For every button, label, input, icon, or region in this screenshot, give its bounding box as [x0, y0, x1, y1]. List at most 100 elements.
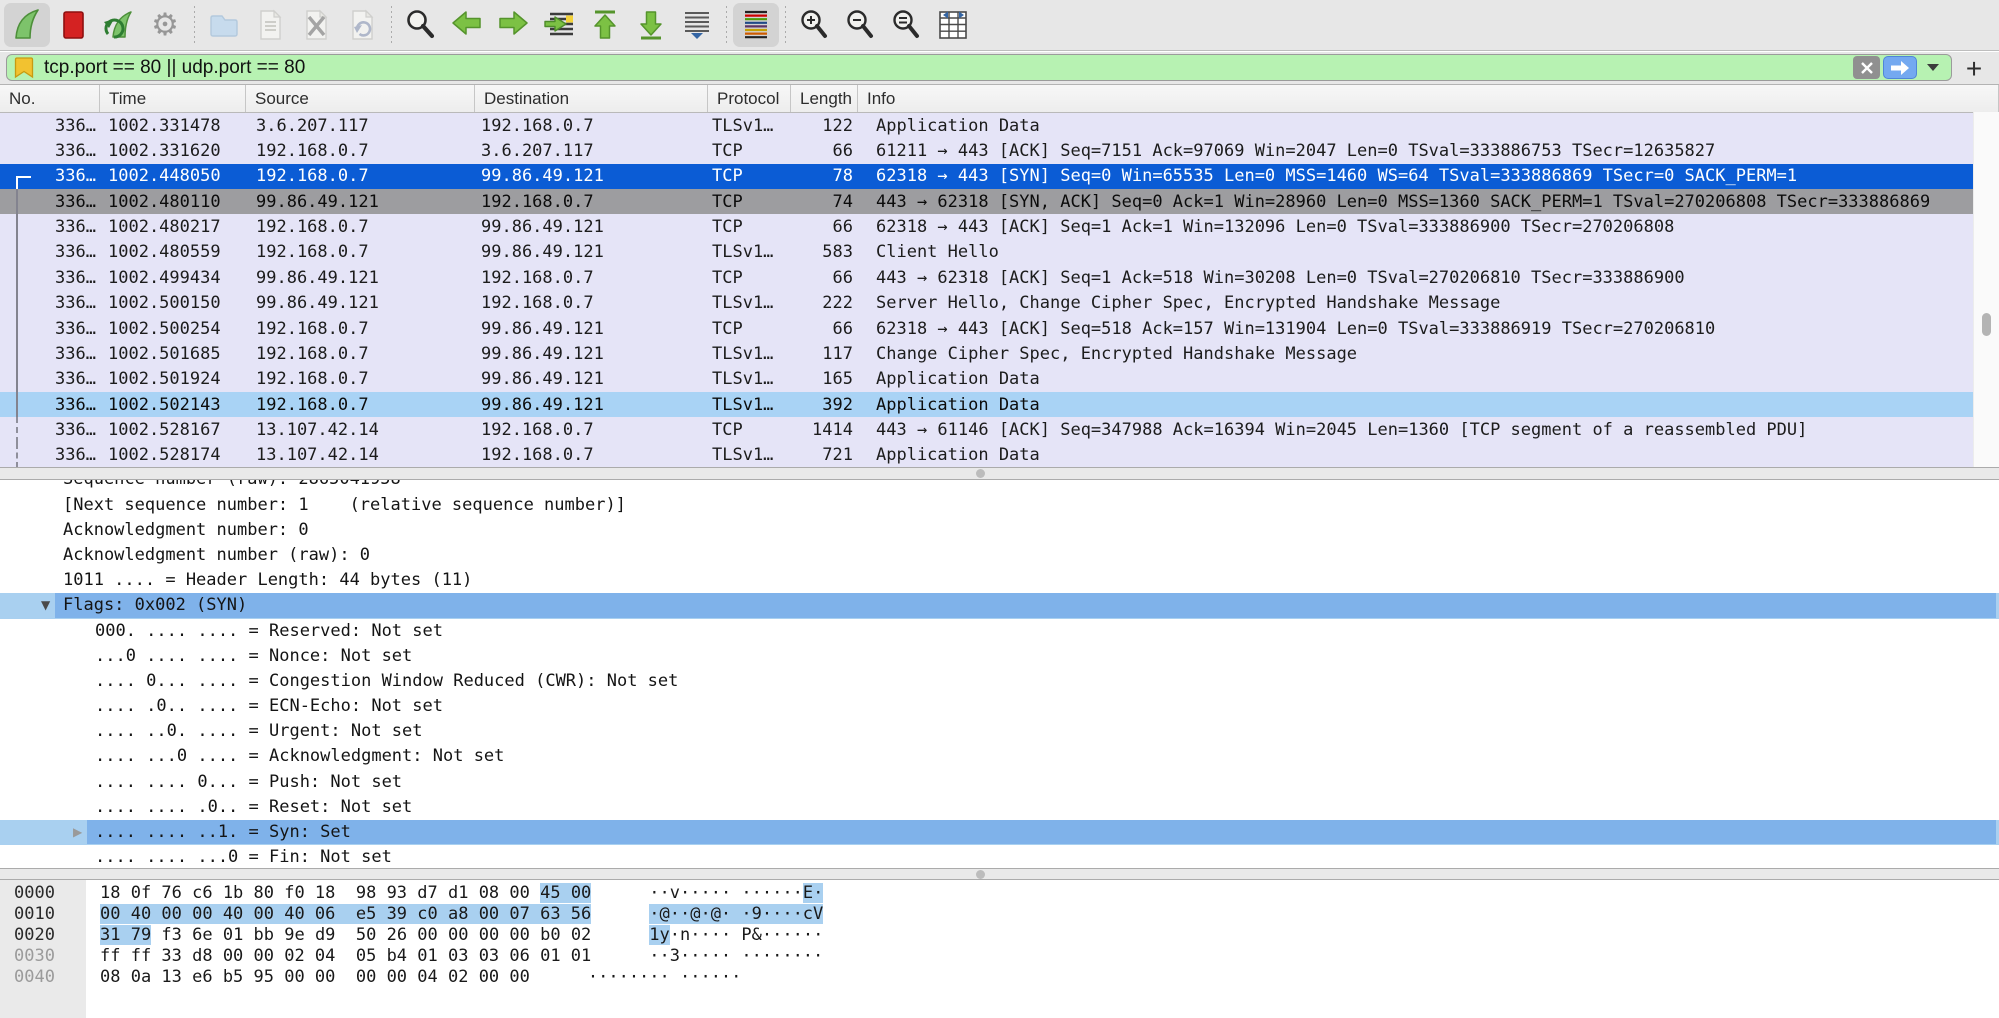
hex-ascii[interactable]: ········ ······: [588, 967, 742, 988]
column-header-source[interactable]: Source: [246, 85, 475, 112]
capture-options-button[interactable]: ⚙: [142, 3, 188, 47]
column-header-protocol[interactable]: Protocol: [708, 85, 791, 112]
packet-cell-no: 336…: [0, 116, 100, 136]
auto-scroll-button[interactable]: [674, 3, 720, 47]
packet-list-scrollbar[interactable]: [1973, 112, 1999, 467]
stop-capture-button[interactable]: [50, 3, 96, 47]
packet-row[interactable]: 336…1002.50015099.86.49.121192.168.0.7TL…: [0, 291, 1999, 316]
packet-row[interactable]: 336…1002.48011099.86.49.121192.168.0.7TC…: [0, 189, 1999, 214]
detail-line[interactable]: 000. .... .... = Reserved: Not set: [0, 619, 1999, 644]
go-first-packet-button[interactable]: [582, 3, 628, 47]
zoom-out-button[interactable]: [838, 3, 884, 47]
display-filter-input[interactable]: tcp.port == 80 || udp.port == 80: [6, 54, 1952, 81]
packet-cell-destination: 99.86.49.121: [475, 217, 708, 237]
detail-line[interactable]: .... .0.. .... = ECN-Echo: Not set: [0, 694, 1999, 719]
packet-row[interactable]: 336…1002.3314783.6.207.117192.168.0.7TLS…: [0, 113, 1999, 138]
packet-cell-source: 192.168.0.7: [246, 242, 475, 262]
packet-cell-time: 1002.331478: [100, 116, 246, 136]
reload-file-button[interactable]: [339, 3, 385, 47]
packet-cell-info: 443 → 62318 [SYN, ACK] Seq=0 Ack=1 Win=2…: [858, 192, 1999, 212]
hex-row[interactable]: 000018 0f 76 c6 1b 80 f0 18 98 93 d7 d1 …: [0, 883, 1999, 904]
apply-filter-button[interactable]: [1883, 56, 1917, 79]
go-last-packet-button[interactable]: [628, 3, 674, 47]
ascii-segment: ········ ······: [588, 967, 742, 987]
colorize-packets-button[interactable]: [733, 3, 779, 47]
add-filter-button[interactable]: +: [1961, 52, 1987, 85]
find-packet-button[interactable]: [398, 3, 444, 47]
hex-bytes[interactable]: 18 0f 76 c6 1b 80 f0 18 98 93 d7 d1 08 0…: [100, 883, 591, 904]
bookmark-icon[interactable]: [14, 56, 34, 79]
packet-row[interactable]: 336…1002.480559192.168.0.799.86.49.121TL…: [0, 240, 1999, 265]
column-header-destination[interactable]: Destination: [475, 85, 708, 112]
start-capture-button[interactable]: [4, 3, 50, 47]
splitter-handle-icon[interactable]: [976, 469, 985, 478]
detail-line[interactable]: .... .... 0... = Push: Not set: [0, 770, 1999, 795]
conversation-mark-icon: [16, 214, 18, 239]
column-header-no[interactable]: No.: [0, 85, 100, 112]
hex-ascii[interactable]: ··3····· ········: [649, 946, 823, 967]
hex-bytes[interactable]: 08 0a 13 e6 b5 95 00 00 00 00 04 02 00 0…: [100, 967, 530, 988]
open-file-button[interactable]: [201, 3, 247, 47]
scrollbar-thumb[interactable]: [1982, 313, 1991, 336]
packet-cell-protocol: TCP: [708, 192, 791, 212]
packet-row[interactable]: 336…1002.500254192.168.0.799.86.49.121TC…: [0, 316, 1999, 341]
detail-line[interactable]: .... .... .0.. = Reset: Not set: [0, 795, 1999, 820]
hex-row[interactable]: 002031 79 f3 6e 01 bb 9e d9 50 26 00 00 …: [0, 925, 1999, 946]
packet-row[interactable]: 336…1002.331620192.168.0.73.6.207.117TCP…: [0, 138, 1999, 163]
column-header-info[interactable]: Info: [858, 85, 1999, 112]
go-forward-button[interactable]: [490, 3, 536, 47]
hex-row[interactable]: 001000 40 00 00 40 00 40 06 e5 39 c0 a8 …: [0, 904, 1999, 925]
packet-cell-time: 1002.499434: [100, 268, 246, 288]
detail-line[interactable]: .... ...0 .... = Acknowledgment: Not set: [0, 744, 1999, 769]
detail-line[interactable]: Acknowledgment number (raw): 0: [0, 543, 1999, 568]
column-header-length[interactable]: Length: [791, 85, 858, 112]
detail-line[interactable]: Sequence number (raw): 2865041958: [0, 480, 1999, 493]
hex-bytes[interactable]: ff ff 33 d8 00 00 02 04 05 b4 01 03 03 0…: [100, 946, 591, 967]
resize-columns-button[interactable]: [930, 3, 976, 47]
close-file-button[interactable]: [293, 3, 339, 47]
go-back-button[interactable]: [444, 3, 490, 47]
packet-row[interactable]: 336…1002.52817413.107.42.14192.168.0.7TL…: [0, 443, 1999, 468]
detail-line[interactable]: ...0 .... .... = Nonce: Not set: [0, 644, 1999, 669]
packet-row[interactable]: 336…1002.480217192.168.0.799.86.49.121TC…: [0, 214, 1999, 239]
packet-row[interactable]: 336…1002.501685192.168.0.799.86.49.121TL…: [0, 341, 1999, 366]
zoom-reset-button[interactable]: [884, 3, 930, 47]
ascii-segment: ·n···· P&······: [670, 925, 824, 945]
packet-row[interactable]: 336…1002.502143192.168.0.799.86.49.121TL…: [0, 392, 1999, 417]
pane-splitter-top[interactable]: [0, 467, 1999, 480]
hex-bytes[interactable]: 00 40 00 00 40 00 40 06 e5 39 c0 a8 00 0…: [100, 904, 591, 925]
packet-cell-length: 74: [791, 192, 858, 212]
detail-line[interactable]: 1011 .... = Header Length: 44 bytes (11): [0, 568, 1999, 593]
splitter-handle-icon[interactable]: [976, 870, 985, 879]
zoom-in-button[interactable]: [792, 3, 838, 47]
packet-row[interactable]: 336…1002.448050192.168.0.799.86.49.121TC…: [0, 164, 1999, 189]
restart-capture-button[interactable]: [96, 3, 142, 47]
detail-line[interactable]: .... .... ...0 = Fin: Not set: [0, 845, 1999, 868]
detail-line[interactable]: Acknowledgment number: 0: [0, 518, 1999, 543]
clear-filter-button[interactable]: [1853, 56, 1880, 79]
toolbar-separator: [188, 6, 201, 44]
hex-ascii[interactable]: 1y·n···· P&······: [649, 925, 823, 946]
packet-cell-info: Application Data: [858, 445, 1999, 465]
hex-row[interactable]: 0030ff ff 33 d8 00 00 02 04 05 b4 01 03 …: [0, 946, 1999, 967]
hex-ascii[interactable]: ·@··@·@· ·9····cV: [649, 904, 823, 925]
hex-row[interactable]: 004008 0a 13 e6 b5 95 00 00 00 00 04 02 …: [0, 967, 1999, 988]
packet-row[interactable]: 336…1002.49943499.86.49.121192.168.0.7TC…: [0, 265, 1999, 290]
filter-dropdown-caret[interactable]: [1927, 64, 1939, 71]
detail-line[interactable]: ▼Flags: 0x002 (SYN): [0, 593, 1999, 618]
packet-row[interactable]: 336…1002.52816713.107.42.14192.168.0.7TC…: [0, 417, 1999, 442]
pane-splitter-bottom[interactable]: [0, 868, 1999, 880]
packet-cell-time: 1002.500254: [100, 319, 246, 339]
go-to-packet-button[interactable]: [536, 3, 582, 47]
packet-row[interactable]: 336…1002.501924192.168.0.799.86.49.121TL…: [0, 367, 1999, 392]
hex-bytes[interactable]: 31 79 f3 6e 01 bb 9e d9 50 26 00 00 00 0…: [100, 925, 591, 946]
detail-line[interactable]: [Next sequence number: 1 (relative seque…: [0, 493, 1999, 518]
column-header-time[interactable]: Time: [100, 85, 246, 112]
packet-cell-length: 1414: [791, 420, 858, 440]
packet-cell-no: 336…: [0, 293, 100, 313]
detail-line[interactable]: .... ..0. .... = Urgent: Not set: [0, 719, 1999, 744]
save-file-button[interactable]: [247, 3, 293, 47]
hex-ascii[interactable]: ··v····· ······E·: [649, 883, 823, 904]
detail-line[interactable]: ▶.... .... ..1. = Syn: Set: [0, 820, 1999, 845]
detail-line[interactable]: .... 0... .... = Congestion Window Reduc…: [0, 669, 1999, 694]
